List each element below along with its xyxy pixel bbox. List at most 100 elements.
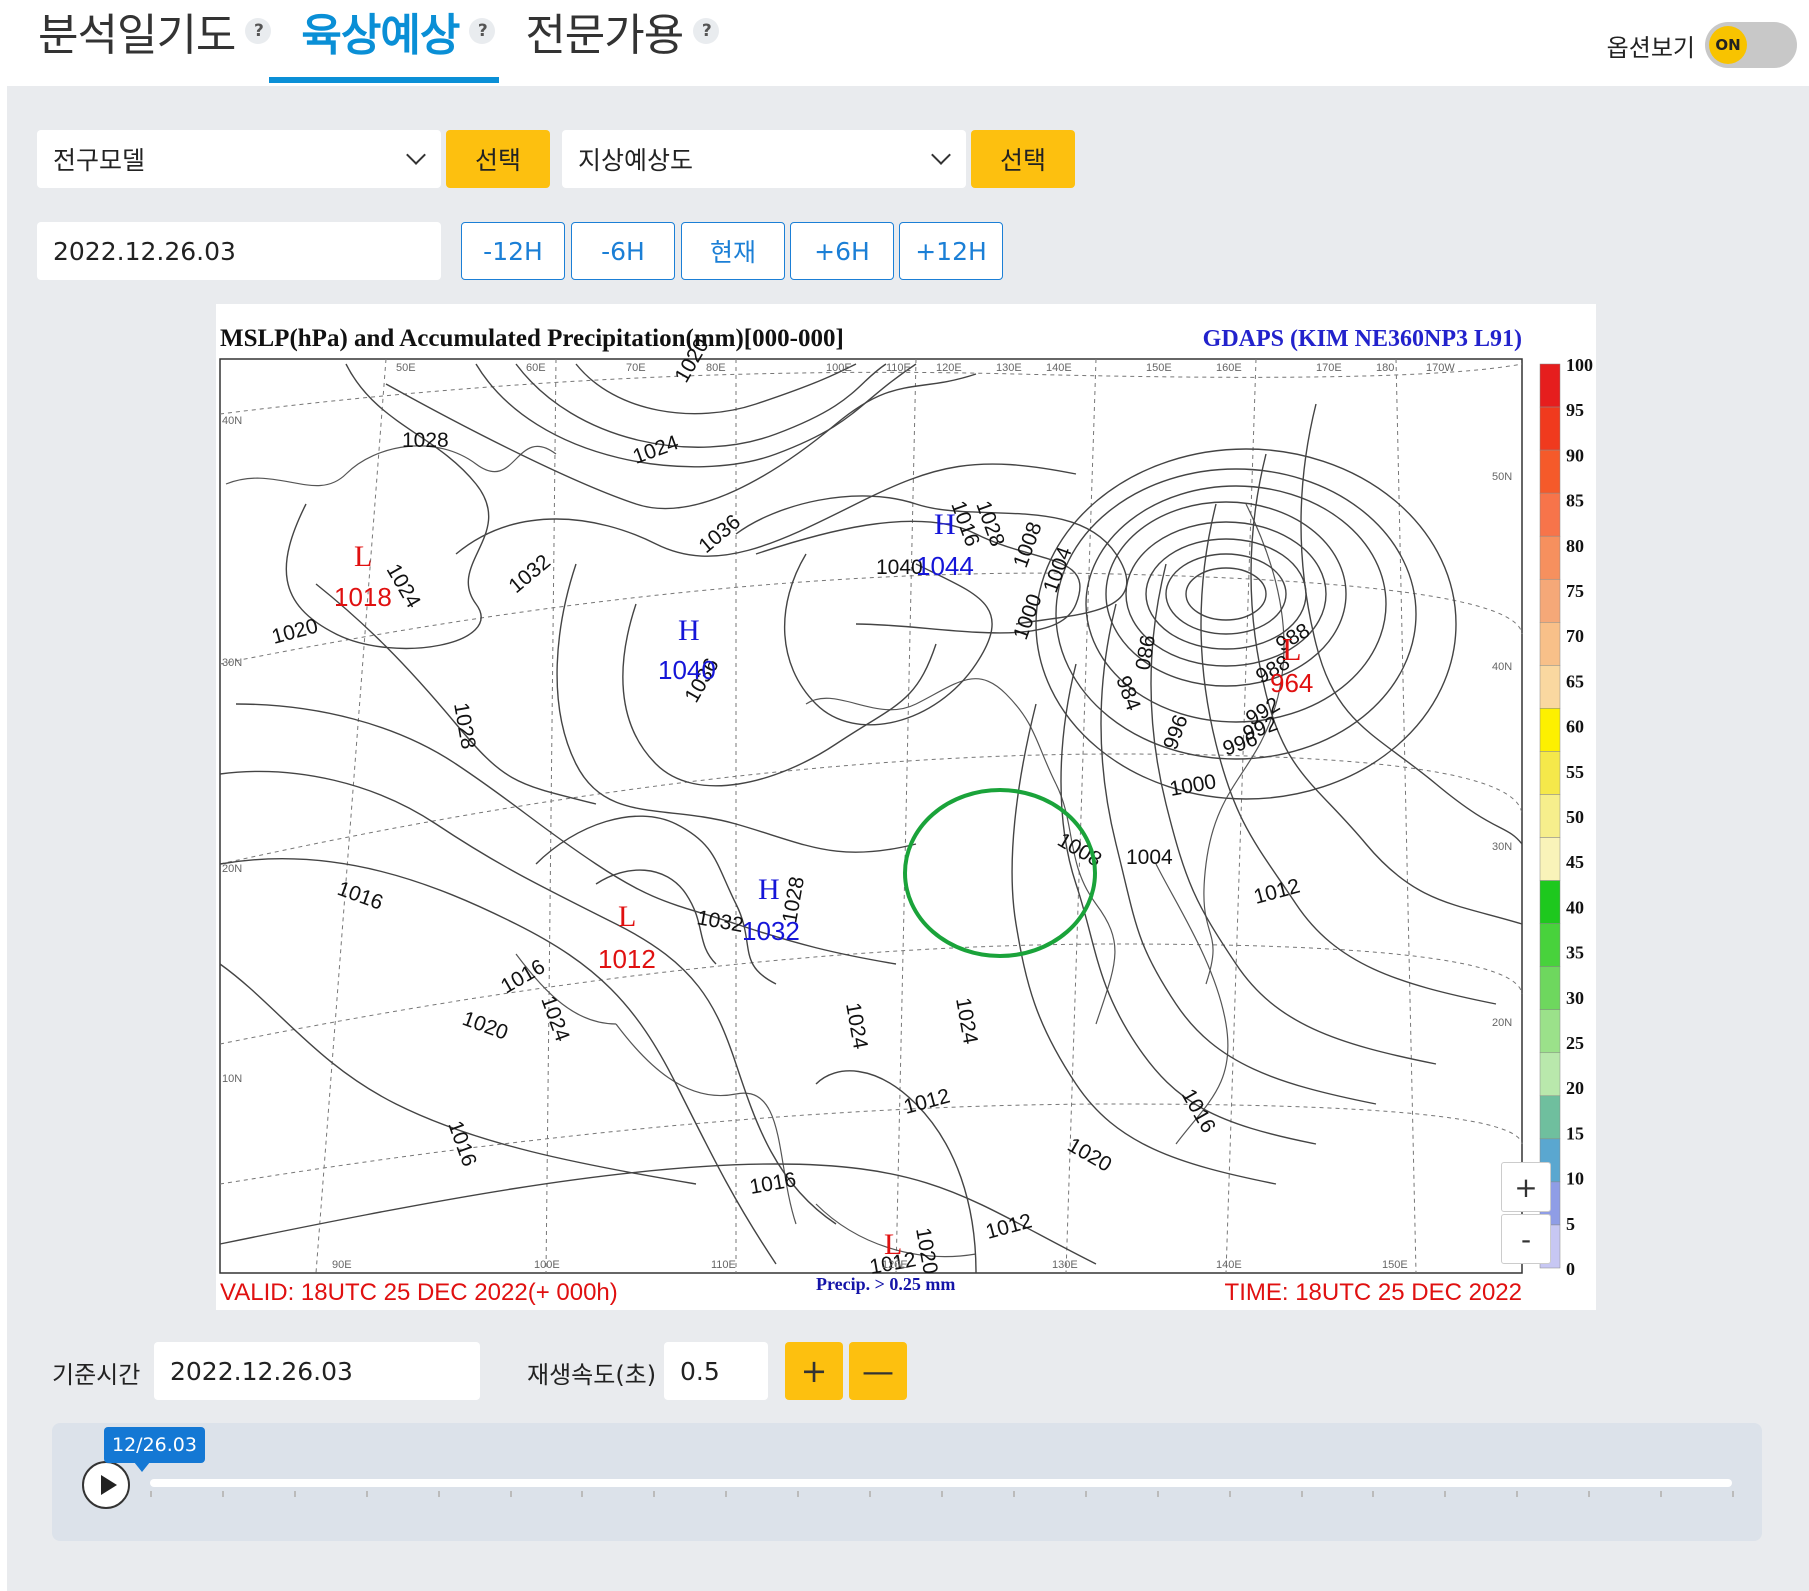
timeline-tick	[1660, 1491, 1663, 1497]
tab-expert[interactable]: 전문가용?	[523, 0, 721, 62]
legend-value: 45	[1566, 852, 1584, 872]
legend-value: 85	[1566, 491, 1584, 511]
zoom-out-button[interactable]: -	[1501, 1214, 1551, 1264]
map-title: MSLP(hPa) and Accumulated Precipitation(…	[220, 325, 844, 352]
datetime-input[interactable]: 2022.12.26.03	[37, 222, 441, 280]
legend-value: 10	[1566, 1169, 1584, 1189]
toggle-knob: ON	[1709, 26, 1747, 64]
chevron-down-icon	[931, 145, 951, 165]
tab-label: 육상예상	[301, 10, 460, 61]
legend-swatch	[1539, 363, 1561, 408]
legend-swatch	[1539, 535, 1561, 580]
plus-12h-button[interactable]: +12H	[899, 222, 1003, 280]
chart-select[interactable]: 지상예상도	[562, 130, 966, 188]
timeline-tick	[437, 1491, 440, 1497]
legend-value: 65	[1566, 671, 1584, 691]
lon-label: 170E	[1316, 362, 1342, 374]
options-toggle[interactable]: ON	[1705, 22, 1797, 68]
help-icon[interactable]: ?	[469, 18, 496, 44]
lon-label: 130E	[1052, 1259, 1078, 1271]
legend-value: 25	[1566, 1033, 1584, 1053]
lon-label: 140E	[1046, 362, 1072, 374]
legend-value: 35	[1566, 943, 1584, 963]
legend-swatch	[1539, 665, 1561, 709]
legend-value: 60	[1566, 717, 1584, 737]
tab-land-forecast[interactable]: 육상예상?	[269, 0, 500, 83]
weather-map-svg: MSLP(hPa) and Accumulated Precipitation(…	[219, 325, 1593, 1306]
zoom-in-button[interactable]: +	[1501, 1162, 1551, 1212]
lon-label: 70E	[626, 362, 646, 374]
timeline-tick	[509, 1491, 512, 1497]
legend-value: 100	[1566, 355, 1593, 375]
base-time-label: 기준시간	[52, 1361, 141, 1389]
legend-value: 0	[1566, 1259, 1575, 1279]
chart-select-button[interactable]: 선택	[971, 130, 1075, 188]
timeline-tick	[653, 1491, 656, 1497]
high-value: 1044	[916, 551, 974, 581]
timeline-tick	[1444, 1491, 1447, 1497]
low-value: 1018	[334, 582, 392, 612]
play-icon[interactable]	[82, 1461, 130, 1509]
legend-value: 50	[1566, 807, 1584, 827]
lon-label: 80E	[706, 362, 726, 374]
timeline-tick	[150, 1491, 152, 1497]
speed-increase-button[interactable]: +	[785, 1342, 843, 1400]
timeline-tick	[1228, 1491, 1231, 1497]
tab-analysis-chart[interactable]: 분석일기도?	[36, 0, 273, 62]
legend-value: 20	[1566, 1078, 1584, 1098]
lon-label: 50E	[396, 362, 416, 374]
timeline-tick	[365, 1491, 368, 1497]
legend-value: 30	[1566, 988, 1584, 1008]
help-icon[interactable]: ?	[245, 18, 272, 44]
legend-swatch	[1539, 492, 1561, 537]
lon-label: 130E	[996, 362, 1022, 374]
low-marker: L	[1282, 631, 1302, 667]
help-icon[interactable]: ?	[693, 18, 720, 44]
timeline-tick	[797, 1491, 800, 1497]
legend-value: 70	[1566, 626, 1584, 646]
plus-6h-button[interactable]: +6H	[790, 222, 894, 280]
map-model-label: GDAPS (KIM NE360NP3 L91)	[1203, 326, 1522, 352]
minus-6h-button[interactable]: -6H	[571, 222, 675, 280]
lon-label: 90E	[332, 1259, 352, 1271]
base-time-input[interactable]: 2022.12.26.03	[154, 1342, 480, 1400]
legend-swatch	[1539, 751, 1561, 795]
high-marker: H	[678, 614, 700, 647]
issue-time-label: TIME: 18UTC 25 DEC 2022	[1225, 1279, 1522, 1306]
high-value: 1040	[658, 655, 716, 685]
model-select-button[interactable]: 선택	[446, 130, 550, 188]
legend-swatch	[1539, 923, 1561, 967]
minus-12h-button[interactable]: -12H	[461, 222, 565, 280]
legend-value: 5	[1566, 1214, 1575, 1234]
legend-value: 80	[1566, 536, 1584, 556]
weather-map[interactable]: MSLP(hPa) and Accumulated Precipitation(…	[216, 304, 1596, 1310]
speed-input[interactable]: 0.5	[664, 1342, 768, 1400]
timeline-tick	[1156, 1491, 1159, 1497]
legend-swatch	[1539, 406, 1561, 451]
timeline-tick	[1012, 1491, 1015, 1497]
model-select[interactable]: 전구모델	[37, 130, 441, 188]
legend-swatch	[1539, 708, 1561, 752]
timeline-tick	[1084, 1491, 1087, 1497]
current-time-tooltip: 12/26.03	[104, 1427, 205, 1472]
lon-label: 150E	[1146, 362, 1172, 374]
lon-label: 110E	[886, 362, 911, 374]
low-marker: L	[618, 900, 636, 933]
lon-label: 150E	[1382, 1259, 1408, 1271]
low-marker: L	[354, 540, 372, 573]
now-button[interactable]: 현재	[681, 222, 785, 280]
lat-label: 40N	[222, 415, 242, 427]
legend-value: 95	[1566, 400, 1584, 420]
legend-swatch	[1539, 794, 1561, 838]
high-value: 1032	[742, 916, 800, 946]
timeline-tick	[1372, 1491, 1375, 1497]
timeline-tick	[1516, 1491, 1519, 1497]
legend-value: 90	[1566, 445, 1584, 465]
timeline-tick	[293, 1491, 296, 1497]
timeline-tick	[1300, 1491, 1303, 1497]
legend-swatch	[1539, 578, 1561, 623]
speed-decrease-button[interactable]: —	[849, 1342, 907, 1400]
legend-swatch	[1539, 449, 1561, 494]
model-select-value: 전구모델	[53, 146, 146, 175]
timeline-track[interactable]	[150, 1479, 1732, 1487]
